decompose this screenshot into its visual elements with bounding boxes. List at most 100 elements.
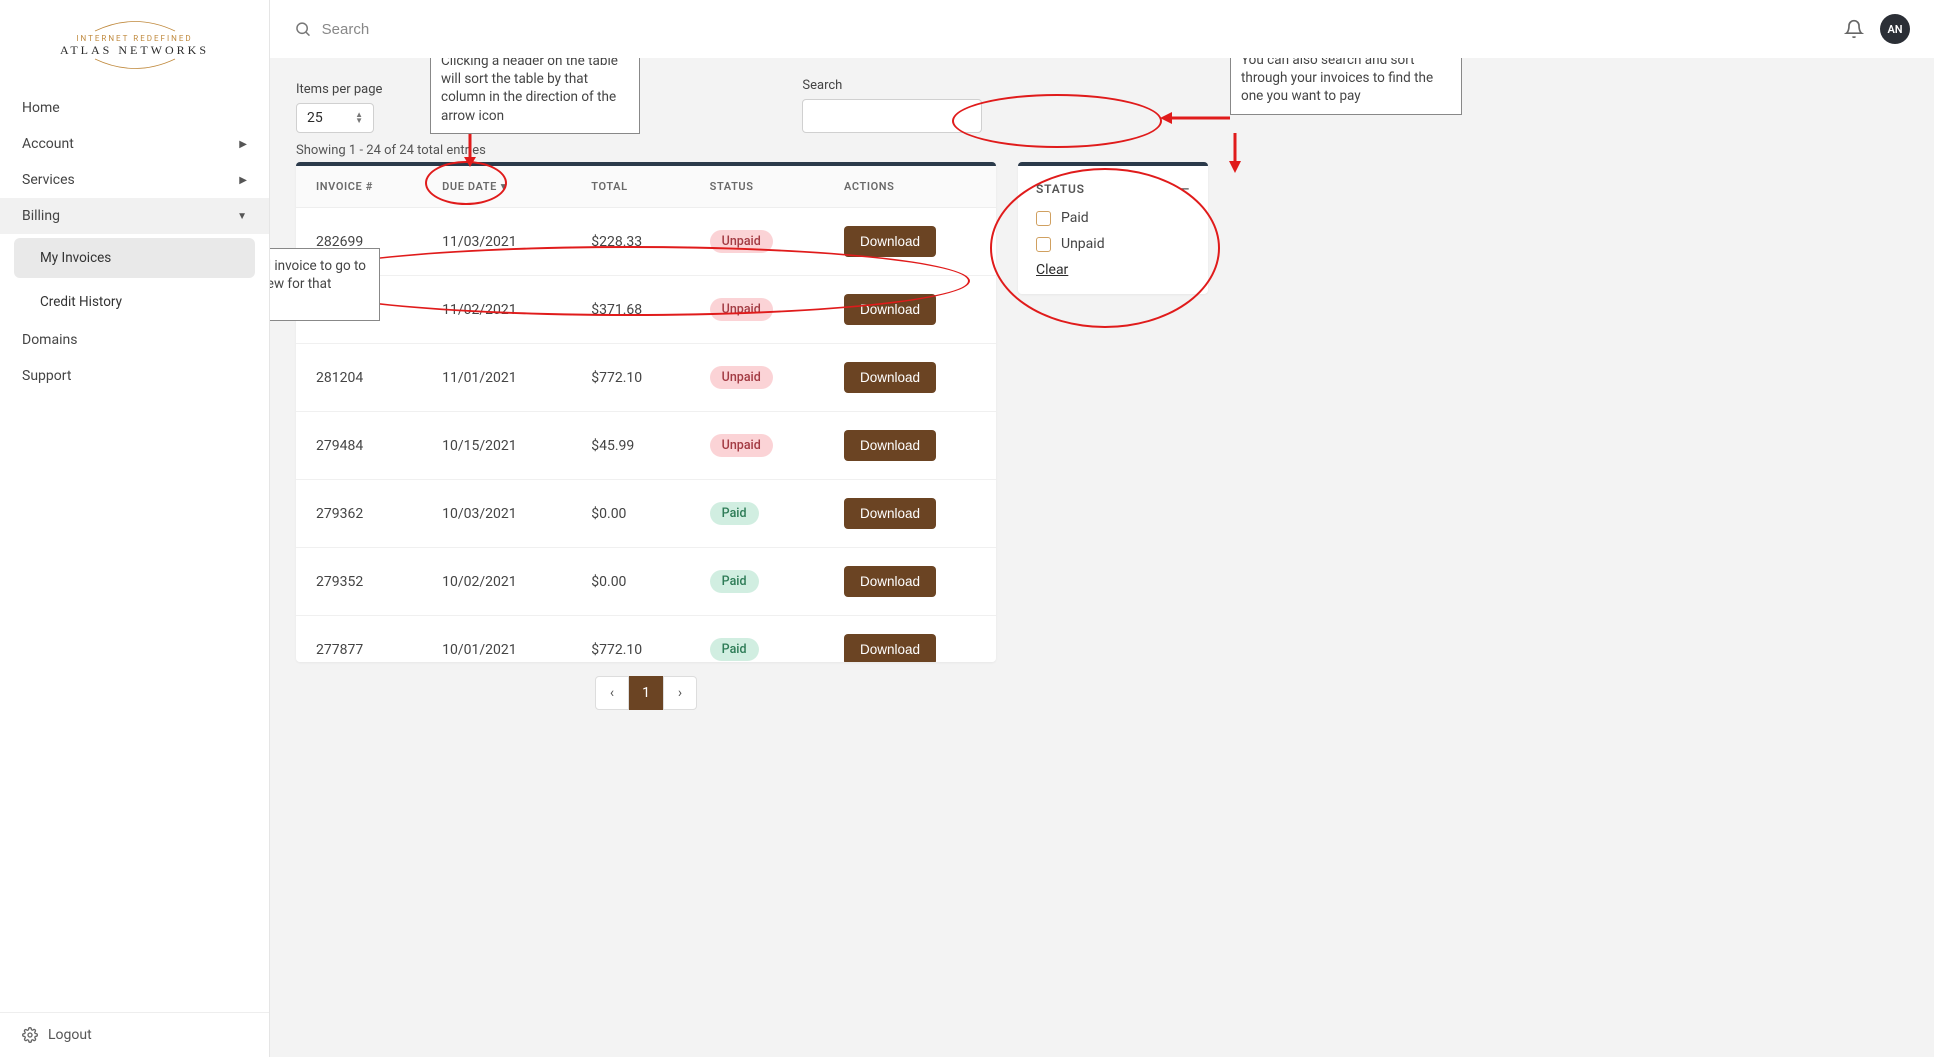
- annotation-header-sort: Clicking a header on the table will sort…: [430, 58, 640, 134]
- sidebar: INTERNET REDEFINED ATLAS NETWORKS Home A…: [0, 0, 270, 1057]
- status-badge: Unpaid: [710, 366, 773, 389]
- items-per-page-select[interactable]: 25 ▲▼: [296, 103, 374, 133]
- caret-down-icon: ▼: [237, 211, 247, 222]
- invoices-table-card: INVOICE # DUE DATE▾ TOTAL STATUS ACTIONS…: [296, 162, 996, 662]
- nav-billing-label: Billing: [22, 208, 60, 224]
- cell-actions: Download: [824, 344, 996, 412]
- col-actions-label: ACTIONS: [844, 180, 895, 193]
- cell-actions: Download: [824, 412, 996, 480]
- nav-my-invoices[interactable]: My Invoices: [14, 238, 255, 278]
- caret-right-icon: ▶: [239, 175, 247, 186]
- avatar[interactable]: AN: [1880, 14, 1910, 44]
- col-invoice[interactable]: INVOICE #: [296, 166, 422, 208]
- col-total[interactable]: TOTAL: [571, 166, 689, 208]
- nav-credit-history[interactable]: Credit History: [0, 282, 269, 322]
- nav-logout[interactable]: Logout: [0, 1012, 269, 1057]
- table-row[interactable]: 28269911/03/2021$228.33UnpaidDownload: [296, 208, 996, 276]
- main: AN Items per page 25 ▲▼ Search Showing 1…: [270, 0, 1934, 1057]
- col-invoice-label: INVOICE #: [316, 180, 373, 193]
- filter-paid-label: Paid: [1061, 210, 1089, 226]
- download-button[interactable]: Download: [844, 226, 936, 257]
- status-badge: Unpaid: [710, 434, 773, 457]
- table-row[interactable]: 28120411/01/2021$772.10UnpaidDownload: [296, 344, 996, 412]
- col-total-label: TOTAL: [591, 180, 627, 193]
- nav-domains[interactable]: Domains: [0, 322, 269, 358]
- download-button[interactable]: Download: [844, 498, 936, 529]
- table-search-input[interactable]: [802, 99, 982, 133]
- nav-support-label: Support: [22, 368, 71, 384]
- checkbox-paid[interactable]: [1036, 211, 1051, 226]
- checkbox-unpaid[interactable]: [1036, 237, 1051, 252]
- chevron-left-icon: ‹: [610, 685, 614, 701]
- download-button[interactable]: Download: [844, 634, 936, 662]
- items-per-page-value: 25: [307, 110, 323, 126]
- download-button[interactable]: Download: [844, 566, 936, 597]
- nav-services[interactable]: Services▶: [0, 162, 269, 198]
- content: Items per page 25 ▲▼ Search Showing 1 - …: [270, 58, 1934, 1057]
- cell-actions: Download: [824, 548, 996, 616]
- cell-due-date: 11/02/2021: [422, 276, 571, 344]
- filter-clear[interactable]: Clear: [1036, 262, 1190, 278]
- cell-status: Unpaid: [690, 412, 824, 480]
- filter-paid[interactable]: Paid: [1036, 210, 1190, 226]
- cell-actions: Download: [824, 616, 996, 663]
- gear-icon: [22, 1027, 38, 1043]
- nav-support[interactable]: Support: [0, 358, 269, 394]
- filter-unpaid-label: Unpaid: [1061, 236, 1105, 252]
- table-row[interactable]: 28268711/02/2021$371.68UnpaidDownload: [296, 276, 996, 344]
- topbar: AN: [270, 0, 1934, 58]
- cell-status: Unpaid: [690, 344, 824, 412]
- nav-home-label: Home: [22, 100, 60, 116]
- nav-account-label: Account: [22, 136, 74, 152]
- caret-right-icon: ▶: [239, 139, 247, 150]
- brand-tagline: INTERNET REDEFINED: [0, 34, 269, 43]
- page-1[interactable]: 1: [629, 676, 663, 710]
- status-badge: Unpaid: [710, 298, 773, 321]
- nav-home[interactable]: Home: [0, 90, 269, 126]
- col-due-date[interactable]: DUE DATE▾: [422, 166, 571, 208]
- cell-status: Paid: [690, 480, 824, 548]
- cell-due-date: 10/02/2021: [422, 548, 571, 616]
- status-badge: Paid: [710, 502, 759, 525]
- nav-account[interactable]: Account ▶: [0, 126, 269, 162]
- cell-total: $0.00: [571, 480, 689, 548]
- status-filter-card: STATUS — Paid Unpaid Clear: [1018, 162, 1208, 294]
- nav-logout-label: Logout: [48, 1027, 92, 1043]
- table-search-label: Search: [802, 78, 982, 93]
- cell-total: $45.99: [571, 412, 689, 480]
- cell-status: Unpaid: [690, 208, 824, 276]
- nav-billing[interactable]: Billing ▼: [0, 198, 269, 234]
- col-status-label: STATUS: [710, 180, 754, 193]
- table-row[interactable]: 27935210/02/2021$0.00PaidDownload: [296, 548, 996, 616]
- bell-icon[interactable]: [1844, 19, 1864, 39]
- cell-due-date: 10/03/2021: [422, 480, 571, 548]
- brand-name: ATLAS NETWORKS: [0, 43, 269, 58]
- nav-my-invoices-label: My Invoices: [40, 250, 111, 266]
- cell-total: $772.10: [571, 616, 689, 663]
- global-search[interactable]: [294, 20, 1828, 38]
- page-prev[interactable]: ‹: [595, 676, 629, 710]
- nav-credit-history-label: Credit History: [40, 294, 122, 310]
- download-button[interactable]: Download: [844, 362, 936, 393]
- cell-due-date: 11/03/2021: [422, 208, 571, 276]
- download-button[interactable]: Download: [844, 294, 936, 325]
- table-search-block: Search: [802, 78, 982, 133]
- table-row[interactable]: 27936210/03/2021$0.00PaidDownload: [296, 480, 996, 548]
- chevron-down-icon: ▾: [501, 180, 507, 193]
- cell-due-date: 10/15/2021: [422, 412, 571, 480]
- global-search-input[interactable]: [322, 21, 1828, 38]
- cell-invoice: 279352: [296, 548, 422, 616]
- table-row[interactable]: 27948410/15/2021$45.99UnpaidDownload: [296, 412, 996, 480]
- page-next[interactable]: ›: [663, 676, 697, 710]
- col-status[interactable]: STATUS: [690, 166, 824, 208]
- status-badge: Paid: [710, 638, 759, 661]
- filter-header[interactable]: STATUS —: [1036, 182, 1190, 196]
- table-row[interactable]: 27787710/01/2021$772.10PaidDownload: [296, 616, 996, 663]
- filter-title: STATUS: [1036, 182, 1085, 196]
- minus-icon: —: [1180, 182, 1190, 196]
- cell-total: $371.68: [571, 276, 689, 344]
- filter-unpaid[interactable]: Unpaid: [1036, 236, 1190, 252]
- download-button[interactable]: Download: [844, 430, 936, 461]
- cell-status: Paid: [690, 616, 824, 663]
- status-badge: Paid: [710, 570, 759, 593]
